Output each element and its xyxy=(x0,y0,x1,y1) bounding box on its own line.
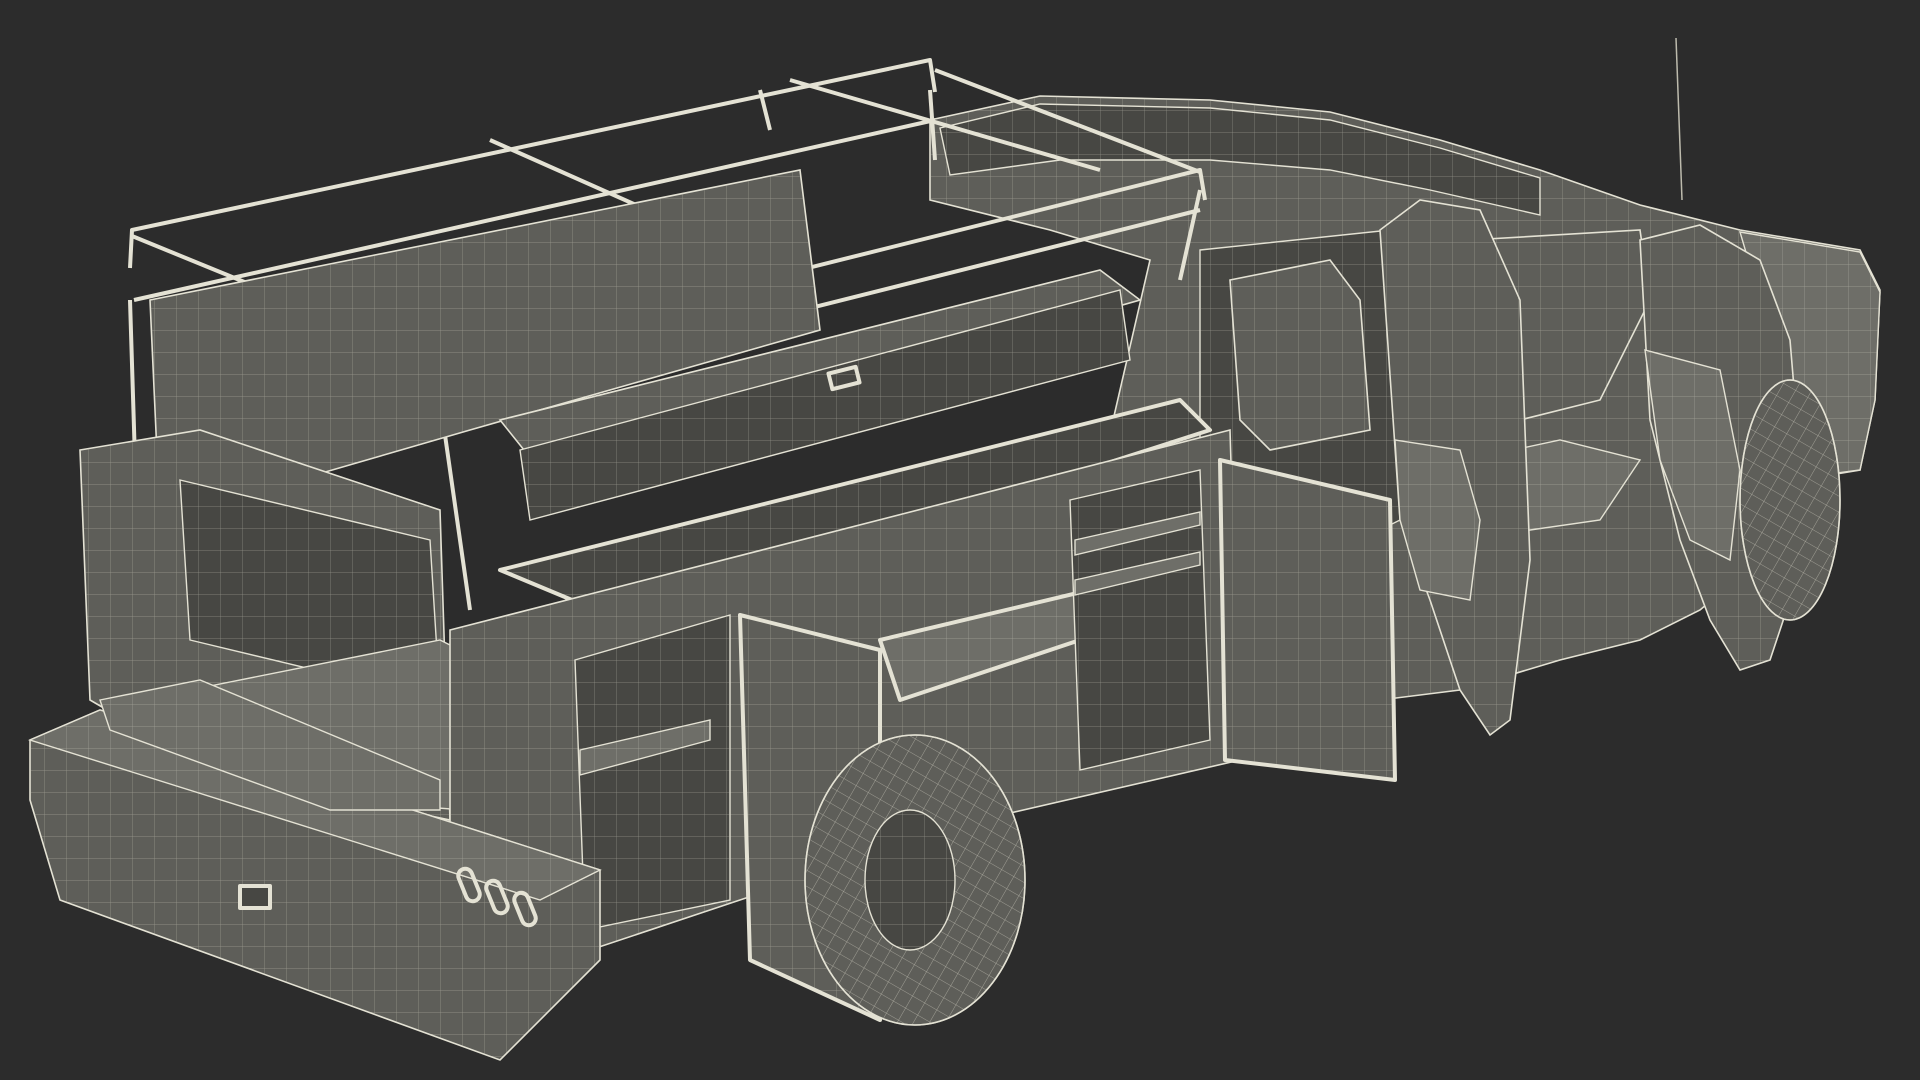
front-wheel xyxy=(1739,379,1841,621)
rear-wheel xyxy=(804,734,1026,1026)
right-compartment-open xyxy=(1069,469,1211,771)
3d-viewport[interactable] xyxy=(0,0,1920,1080)
trailer-hitch xyxy=(239,885,271,909)
truck-wireframe-render xyxy=(0,0,1920,1080)
right-compartment-door xyxy=(1218,458,1397,782)
